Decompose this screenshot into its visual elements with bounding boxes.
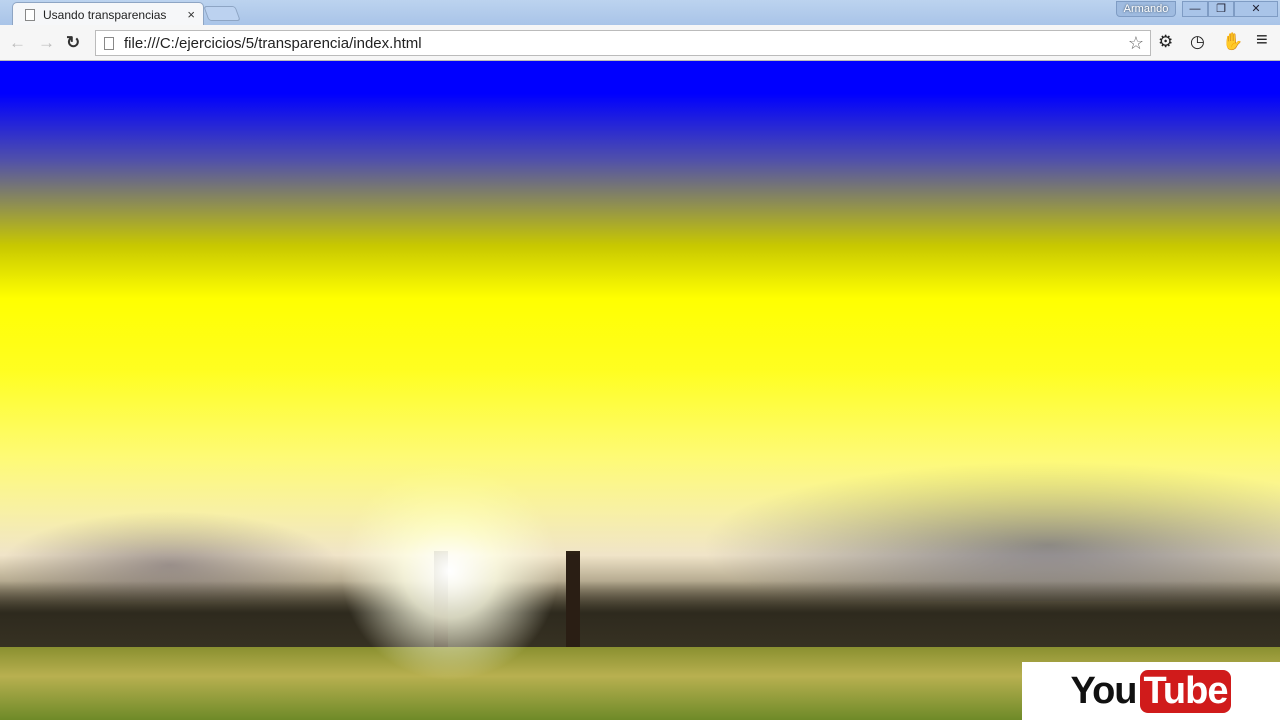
new-tab-button[interactable] bbox=[203, 6, 241, 21]
forward-icon[interactable]: → bbox=[38, 33, 55, 53]
extension-hand-icon[interactable]: ✋ bbox=[1222, 32, 1243, 52]
profile-button[interactable]: Armando bbox=[1116, 1, 1176, 17]
minimize-button[interactable]: — bbox=[1182, 1, 1208, 17]
restore-button[interactable]: ❐ bbox=[1208, 1, 1234, 17]
watermark-tube: Tube bbox=[1139, 669, 1232, 713]
tab-close-icon[interactable]: × bbox=[187, 7, 195, 22]
gradient-overlay bbox=[0, 61, 1280, 720]
watermark-you: You bbox=[1070, 669, 1138, 712]
url-text: file:///C:/ejercicios/5/transparencia/in… bbox=[124, 34, 422, 52]
close-window-button[interactable]: ✕ bbox=[1234, 1, 1278, 17]
reload-icon[interactable]: ↻ bbox=[66, 33, 80, 53]
page-icon bbox=[25, 8, 35, 21]
back-icon[interactable]: ← bbox=[9, 33, 26, 53]
history-icon[interactable]: ◷ bbox=[1190, 32, 1205, 52]
menu-icon[interactable]: ≡ bbox=[1256, 29, 1268, 52]
tab-active[interactable]: Usando transparencias × bbox=[12, 2, 204, 26]
title-bar: Usando transparencias × Armando — ❐ ✕ bbox=[0, 0, 1280, 26]
page-content: You Tube bbox=[0, 61, 1280, 720]
page-icon bbox=[104, 36, 114, 50]
browser-toolbar: ← → ↻ file:///C:/ejercicios/5/transparen… bbox=[0, 25, 1280, 61]
bookmark-star-icon[interactable]: ☆ bbox=[1128, 33, 1144, 54]
gear-icon[interactable]: ⚙ bbox=[1158, 32, 1173, 52]
tab-title: Usando transparencias bbox=[43, 7, 167, 22]
address-bar[interactable]: file:///C:/ejercicios/5/transparencia/in… bbox=[95, 30, 1151, 56]
youtube-watermark: You Tube bbox=[1022, 662, 1280, 720]
